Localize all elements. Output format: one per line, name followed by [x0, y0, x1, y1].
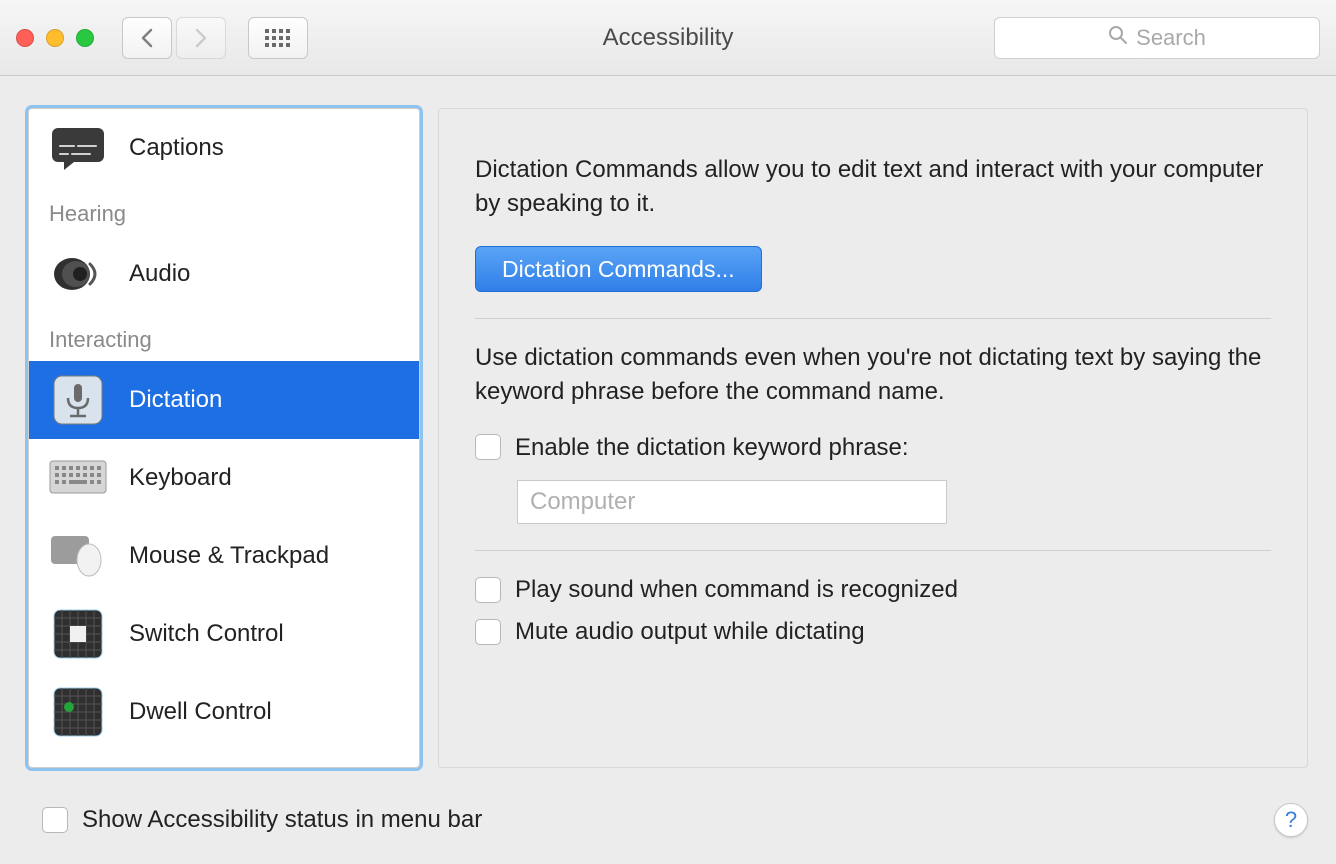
- sidebar-item-label: Switch Control: [129, 620, 284, 648]
- show-status-checkbox[interactable]: [42, 807, 68, 833]
- forward-button[interactable]: [176, 17, 226, 59]
- back-button[interactable]: [122, 17, 172, 59]
- sidebar-item-label: Audio: [129, 260, 190, 288]
- sidebar-item-label: Dwell Control: [129, 698, 272, 726]
- sidebar-item-label: Captions: [129, 134, 224, 162]
- mouse-trackpad-icon: [49, 527, 107, 585]
- sidebar-item-mouse-trackpad[interactable]: Mouse & Trackpad: [29, 517, 419, 595]
- sidebar-item-switch-control[interactable]: Switch Control: [29, 595, 419, 673]
- audio-icon: [49, 245, 107, 303]
- search-icon: [1108, 25, 1128, 51]
- search-input[interactable]: Search: [994, 17, 1320, 59]
- main-panel: Dictation Commands allow you to edit tex…: [438, 108, 1308, 768]
- keyword-description: Use dictation commands even when you're …: [475, 341, 1271, 408]
- captions-icon: [49, 119, 107, 177]
- close-window-button[interactable]: [16, 29, 34, 47]
- window-controls: [16, 29, 94, 47]
- keyboard-icon: [49, 449, 107, 507]
- mute-audio-label: Mute audio output while dictating: [515, 615, 865, 649]
- switch-control-icon: [49, 605, 107, 663]
- keyword-phrase-input[interactable]: Computer: [517, 480, 947, 524]
- sidebar-item-dwell-control[interactable]: Dwell Control: [29, 673, 419, 751]
- sidebar-item-label: Mouse & Trackpad: [129, 542, 329, 570]
- section-hearing-label: Hearing: [29, 187, 419, 235]
- help-button[interactable]: ?: [1274, 803, 1308, 837]
- play-sound-checkbox[interactable]: [475, 577, 501, 603]
- keyword-phrase-placeholder: Computer: [530, 485, 635, 519]
- show-all-button[interactable]: [248, 17, 308, 59]
- sidebar-item-label: Dictation: [129, 386, 222, 414]
- dictation-commands-button[interactable]: Dictation Commands...: [475, 246, 762, 292]
- play-sound-label: Play sound when command is recognized: [515, 573, 958, 607]
- minimize-window-button[interactable]: [46, 29, 64, 47]
- footer: Show Accessibility status in menu bar ?: [0, 798, 1336, 864]
- sidebar-item-captions[interactable]: Captions: [29, 109, 419, 187]
- back-forward-group: [122, 17, 226, 59]
- sidebar: Captions Hearing Audio Interacting: [28, 108, 420, 768]
- sidebar-item-audio[interactable]: Audio: [29, 235, 419, 313]
- divider: [475, 318, 1271, 319]
- divider: [475, 550, 1271, 551]
- sidebar-item-dictation[interactable]: Dictation: [29, 361, 419, 439]
- mute-audio-checkbox[interactable]: [475, 619, 501, 645]
- enable-keyword-checkbox[interactable]: [475, 434, 501, 460]
- enable-keyword-label: Enable the dictation keyword phrase:: [515, 431, 909, 465]
- intro-text: Dictation Commands allow you to edit tex…: [475, 153, 1271, 220]
- preferences-window: Accessibility Search: [0, 0, 1336, 864]
- show-status-label: Show Accessibility status in menu bar: [82, 806, 482, 834]
- sidebar-item-label: Keyboard: [129, 464, 232, 492]
- search-placeholder: Search: [1136, 25, 1206, 51]
- titlebar: Accessibility Search: [0, 0, 1336, 76]
- dwell-control-icon: [49, 683, 107, 741]
- zoom-window-button[interactable]: [76, 29, 94, 47]
- section-interacting-label: Interacting: [29, 313, 419, 361]
- body-area: Captions Hearing Audio Interacting: [0, 76, 1336, 798]
- sidebar-item-keyboard[interactable]: Keyboard: [29, 439, 419, 517]
- dictation-icon: [49, 371, 107, 429]
